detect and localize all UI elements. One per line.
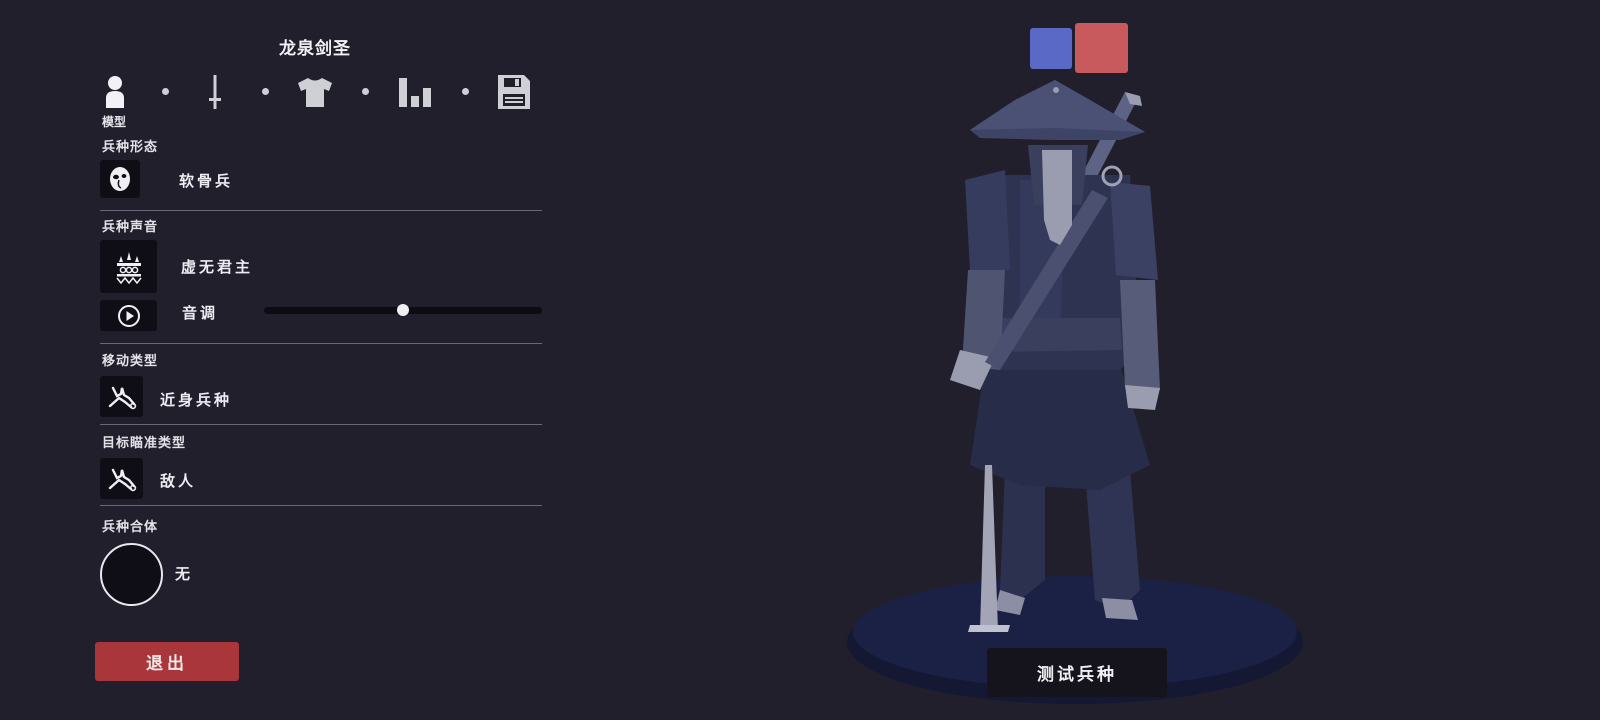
voice-crown-icon [115,251,142,284]
step-save-button[interactable] [496,72,532,112]
section-label-targeting-type: 目标瞄准类型 [102,436,187,451]
unit-voice-button[interactable] [100,240,157,293]
step-separator-dot [262,88,269,95]
unit-fusion-slot[interactable] [100,543,163,606]
unit-fusion-value: 无 [175,565,194,583]
unit-form-value: 软骨兵 [179,172,234,190]
movement-type-value: 近身兵种 [160,391,233,409]
stats-icon [399,78,431,107]
pitch-slider[interactable] [264,304,542,316]
step-weapon-button[interactable] [197,72,233,112]
play-voice-button[interactable] [100,300,157,331]
melee-unit-icon [108,468,136,491]
section-label-movement-type: 移动类型 [102,354,159,369]
step-separator-dot [462,88,469,95]
person-icon [106,76,124,108]
step-stats-button[interactable] [397,72,433,112]
pitch-slider-handle[interactable] [397,304,409,316]
step-separator-dot [162,88,169,95]
section-divider [100,424,542,425]
unit-form-button[interactable] [100,160,140,198]
test-unit-button[interactable]: 测试兵种 [987,648,1167,697]
section-divider [100,505,542,506]
mask-icon [110,167,130,191]
unit-voice-value: 虚无君主 [181,258,254,276]
save-icon [498,75,530,109]
melee-unit-icon [108,386,136,409]
step-clothing-button[interactable] [297,72,333,112]
movement-type-button[interactable] [100,376,143,417]
step-model-button[interactable] [97,72,133,112]
play-icon [117,304,140,327]
step-separator-dot [362,88,369,95]
shirt-icon [298,78,332,107]
targeting-type-value: 敌人 [160,472,197,490]
section-label-unit-voice: 兵种声音 [102,220,159,235]
section-label-unit-form: 兵种形态 [102,140,159,155]
unit-editor-screen: 龙泉剑圣 模型 兵种形态 软骨兵 兵种声音 虚无君主 音调 移动类型 近身兵种 … [0,0,1600,720]
section-label-unit-fusion: 兵种合体 [102,520,159,535]
section-divider [100,343,542,344]
pitch-label: 音调 [182,304,219,322]
color-swatch-blue[interactable] [1030,28,1072,69]
sword-icon [209,75,221,109]
step-label-model: 模型 [102,115,127,129]
section-divider [100,210,542,211]
unit-name-title: 龙泉剑圣 [279,39,351,59]
unit-model-preview [847,80,1303,704]
exit-button[interactable]: 退出 [95,642,239,681]
color-swatch-red[interactable] [1075,23,1128,73]
targeting-type-button[interactable] [100,458,143,499]
